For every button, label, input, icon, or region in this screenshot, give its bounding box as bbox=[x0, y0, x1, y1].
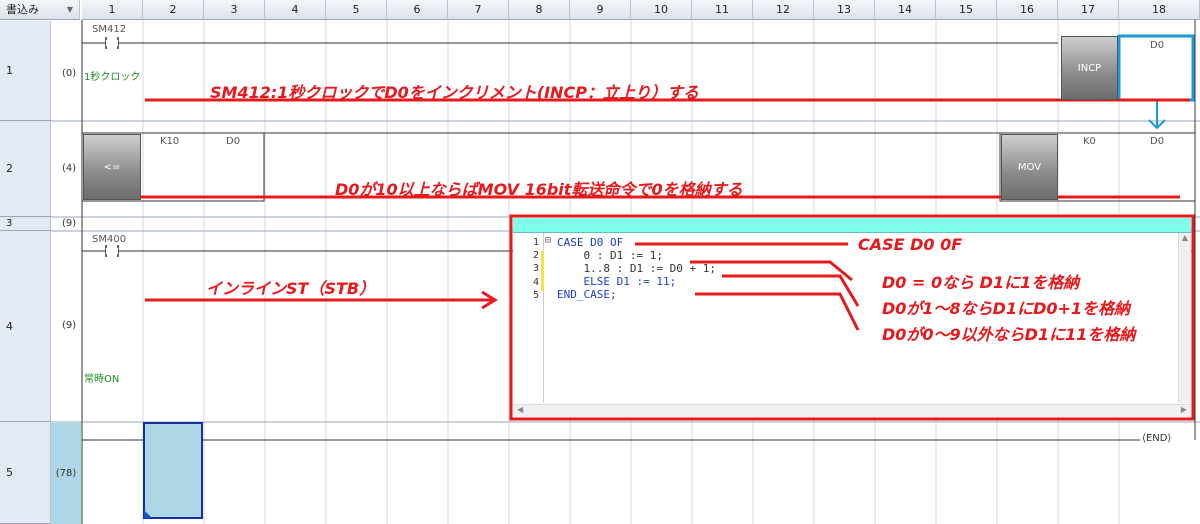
annotation-line2: D0 = 0なら D1に1を格納 bbox=[882, 273, 1080, 292]
annotation-case: CASE D0 0F bbox=[858, 235, 963, 254]
annotation-rung2: D0が10以上ならばMOV 16bit転送命令で0を格納する bbox=[335, 180, 743, 199]
ladder-editor[interactable]: 書込み ▼ 1 2 3 4 5 6 7 8 9 10 11 12 13 14 15 16 17 18 1 2 3 … bbox=[0, 0, 1200, 524]
annotation-inline-st: インラインST（STB） bbox=[206, 279, 376, 298]
annotation-rung1: SM412:1秒クロックでD0をインクリメント(INCP：立上り）する bbox=[210, 83, 699, 102]
annotation-line4: D0が0～9以外ならD1に11を格納 bbox=[882, 325, 1136, 344]
annotation-line3: D0が1～8ならD1にD0+1を格納 bbox=[882, 299, 1131, 318]
